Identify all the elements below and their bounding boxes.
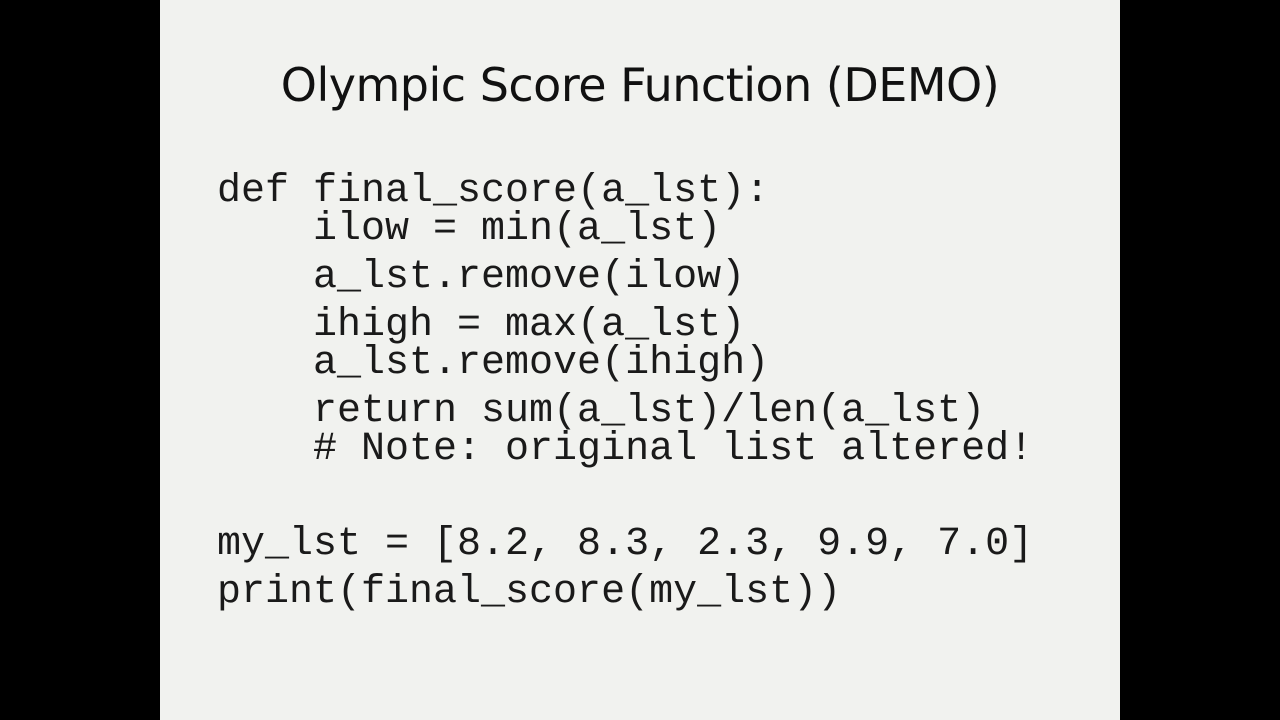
code-line-print: print(final_score(my_lst)) [217,570,842,615]
code-line-comment: # Note: original list altered! [217,427,1034,472]
code-line-remove-low: a_lst.remove(ilow) [217,255,746,300]
code-line-remove-high: a_lst.remove(ihigh) [217,341,770,386]
code-line-return: return sum(a_lst)/len(a_lst) [217,389,986,434]
slide-title: Olympic Score Function (DEMO) [280,58,1000,112]
slide: Olympic Score Function (DEMO) def final_… [160,0,1120,720]
code-line-def: def final_score(a_lst): [217,169,770,214]
video-frame: Olympic Score Function (DEMO) def final_… [0,0,1280,720]
code-line-ilow: ilow = min(a_lst) [217,207,722,252]
code-line-my-lst: my_lst = [8.2, 8.3, 2.3, 9.9, 7.0] [217,522,1034,567]
code-line-ihigh: ihigh = max(a_lst) [217,303,746,348]
